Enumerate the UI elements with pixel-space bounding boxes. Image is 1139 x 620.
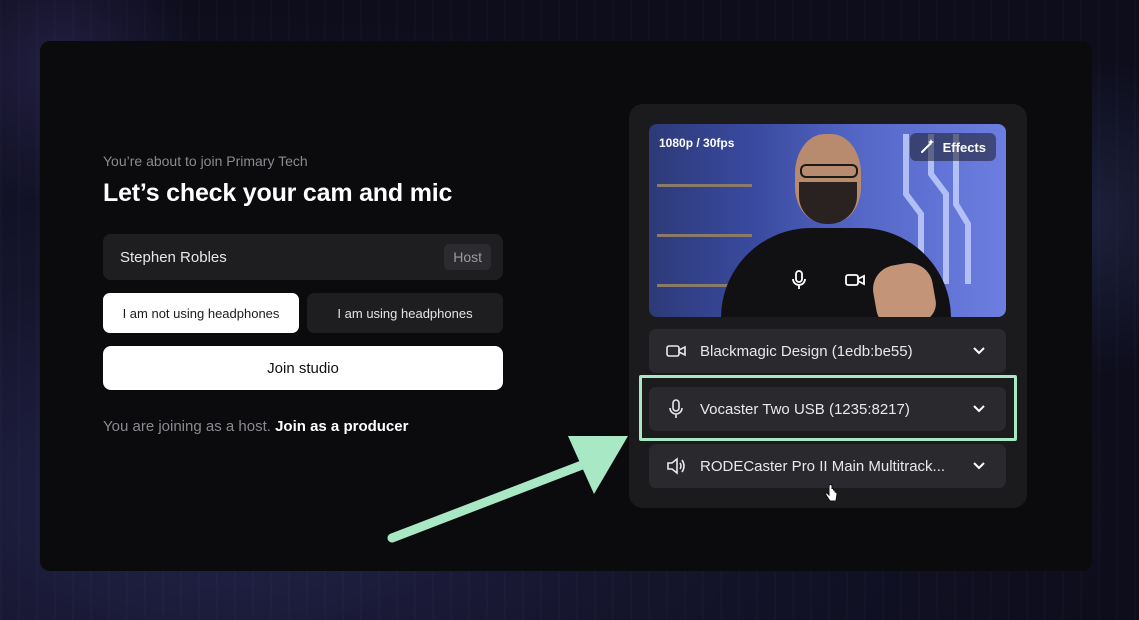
using-headphones-button[interactable]: I am using headphones (307, 293, 503, 333)
person-beard (799, 182, 857, 224)
camera-preview: 1080p / 30fps Effects (649, 124, 1006, 317)
name-value[interactable]: Stephen Robles (120, 249, 227, 266)
join-subtitle: You’re about to join Primary Tech (103, 153, 308, 169)
not-using-headphones-button[interactable]: I am not using headphones (103, 293, 299, 333)
headphones-toggle: I am not using headphones I am using hea… (103, 293, 503, 333)
join-form: You’re about to join Primary Tech Let’s … (103, 153, 503, 435)
video-camera-icon (665, 340, 687, 362)
name-field[interactable]: Stephen Robles Host (103, 234, 503, 280)
page-title: Let’s check your cam and mic (103, 179, 453, 207)
speaker-select[interactable]: RODECaster Pro II Main Multitrack... (649, 444, 1006, 488)
join-studio-button[interactable]: Join studio (103, 346, 503, 390)
chevron-down-icon (972, 344, 986, 358)
speaker-select-value: RODECaster Pro II Main Multitrack... (700, 457, 946, 475)
speaker-icon (665, 455, 687, 477)
camera-select[interactable]: Blackmagic Design (1edb:be55) (649, 329, 1006, 373)
shelf (657, 184, 752, 187)
microphone-highlight-box (639, 375, 1017, 441)
shelf (657, 234, 752, 237)
effects-label: Effects (942, 139, 986, 155)
resolution-badge: 1080p / 30fps (659, 136, 735, 150)
person-glasses (800, 164, 858, 178)
video-camera-icon (845, 272, 865, 293)
host-note-text: You are joining as a host. (103, 418, 271, 435)
magic-wand-icon (920, 138, 936, 157)
annotation-arrow (387, 436, 628, 543)
device-panel: 1080p / 30fps Effects Blackmagic Design … (629, 104, 1027, 508)
mic-toggle-button[interactable] (781, 264, 817, 300)
camera-select-value: Blackmagic Design (1edb:be55) (700, 342, 913, 360)
role-badge: Host (444, 244, 491, 270)
camera-toggle-button[interactable] (837, 264, 873, 300)
effects-button[interactable]: Effects (909, 133, 996, 161)
chevron-down-icon (972, 459, 986, 473)
microphone-icon (790, 269, 808, 295)
hand-cursor-icon (825, 484, 838, 502)
